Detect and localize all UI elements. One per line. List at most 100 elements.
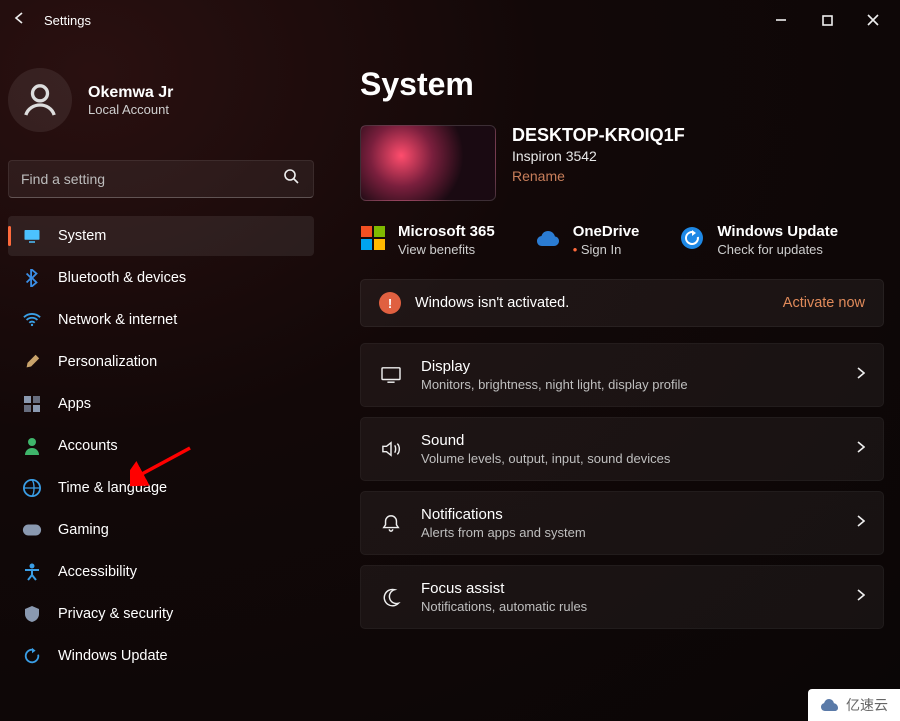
apps-icon: [22, 394, 42, 414]
tile-sub: View benefits: [398, 242, 495, 257]
sidebar-item-label: Bluetooth & devices: [58, 270, 186, 286]
sidebar-item-windows-update[interactable]: Windows Update: [8, 636, 314, 676]
card-sub: Volume levels, output, input, sound devi…: [421, 451, 670, 466]
search-box[interactable]: [8, 160, 314, 198]
alert-icon: !: [379, 292, 401, 314]
sidebar-item-privacy-security[interactable]: Privacy & security: [8, 594, 314, 634]
nav-list: System Bluetooth & devices Network & inter…: [8, 216, 314, 676]
sidebar-item-bluetooth-devices[interactable]: Bluetooth & devices: [8, 258, 314, 298]
device-wallpaper-thumb: [360, 125, 496, 201]
tile-sub: Check for updates: [717, 242, 838, 257]
microsoft-logo-icon: [360, 225, 386, 251]
rename-link[interactable]: Rename: [512, 168, 565, 184]
sidebar-item-accounts[interactable]: Accounts: [8, 426, 314, 466]
sound-icon: [379, 440, 403, 458]
sidebar-item-gaming[interactable]: Gaming: [8, 510, 314, 550]
user-subtitle: Local Account: [88, 102, 173, 117]
main-panel: System DESKTOP-KROIQ1F Inspiron 3542 Ren…: [320, 40, 900, 721]
maximize-icon: [822, 15, 833, 26]
sidebar-item-label: Network & internet: [58, 312, 177, 328]
gamepad-icon: [22, 520, 42, 540]
device-info: DESKTOP-KROIQ1F Inspiron 3542 Rename: [360, 125, 884, 201]
sidebar-item-label: Accounts: [58, 438, 118, 454]
chevron-right-icon: [856, 514, 865, 533]
wifi-icon: [22, 310, 42, 330]
sidebar-item-label: Accessibility: [58, 564, 137, 580]
minimize-icon: [775, 14, 787, 26]
update-icon: [22, 646, 42, 666]
moon-icon: [379, 587, 403, 607]
back-button[interactable]: [4, 11, 36, 30]
sidebar-item-label: System: [58, 228, 106, 244]
activate-link[interactable]: Activate now: [783, 295, 865, 311]
person-icon: [20, 80, 60, 120]
device-name: DESKTOP-KROIQ1F: [512, 125, 685, 146]
watermark: 亿速云: [808, 689, 900, 721]
person-icon: [22, 436, 42, 456]
banner-text: Windows isn't activated.: [415, 295, 569, 311]
tile-onedrive[interactable]: OneDrive Sign In: [535, 223, 640, 257]
sidebar-item-accessibility[interactable]: Accessibility: [8, 552, 314, 592]
watermark-icon: [820, 698, 840, 712]
window-title: Settings: [44, 13, 91, 28]
sidebar-item-label: Privacy & security: [58, 606, 173, 622]
tile-label: OneDrive: [573, 223, 640, 240]
bluetooth-icon: [22, 268, 42, 288]
tile-label: Microsoft 365: [398, 223, 495, 240]
chevron-right-icon: [856, 366, 865, 385]
tile-sub: Sign In: [573, 242, 640, 257]
chevron-right-icon: [856, 440, 865, 459]
titlebar: Settings: [0, 0, 900, 40]
card-title: Display: [421, 358, 688, 375]
sidebar-item-label: Windows Update: [58, 648, 168, 664]
settings-card-notifications[interactable]: Notifications Alerts from apps and system: [360, 491, 884, 555]
chevron-right-icon: [856, 588, 865, 607]
accessibility-icon: [22, 562, 42, 582]
sidebar-item-label: Apps: [58, 396, 91, 412]
sidebar: Okemwa Jr Local Account System Bluetooth …: [0, 40, 320, 721]
settings-card-display[interactable]: Display Monitors, brightness, night light…: [360, 343, 884, 407]
tile-microsoft365[interactable]: Microsoft 365 View benefits: [360, 223, 495, 257]
card-title: Notifications: [421, 506, 586, 523]
bell-icon: [379, 513, 403, 533]
monitor-icon: [22, 226, 42, 246]
card-sub: Alerts from apps and system: [421, 525, 586, 540]
sidebar-item-network-internet[interactable]: Network & internet: [8, 300, 314, 340]
card-title: Focus assist: [421, 580, 587, 597]
watermark-text: 亿速云: [846, 695, 888, 715]
search-input[interactable]: [9, 171, 270, 187]
sidebar-item-label: Gaming: [58, 522, 109, 538]
sidebar-item-system[interactable]: System: [8, 216, 314, 256]
brush-icon: [22, 352, 42, 372]
close-button[interactable]: [850, 4, 896, 36]
activation-banner: ! Windows isn't activated. Activate now: [360, 279, 884, 327]
card-title: Sound: [421, 432, 670, 449]
tile-label: Windows Update: [717, 223, 838, 240]
user-block[interactable]: Okemwa Jr Local Account: [8, 40, 314, 156]
sidebar-item-apps[interactable]: Apps: [8, 384, 314, 424]
cloud-icon: [535, 225, 561, 251]
update-icon: [679, 225, 705, 251]
user-name: Okemwa Jr: [88, 84, 173, 102]
sidebar-item-time-language[interactable]: Time & language: [8, 468, 314, 508]
page-title: System: [360, 66, 884, 103]
settings-card-focus-assist[interactable]: Focus assist Notifications, automatic rul…: [360, 565, 884, 629]
settings-card-sound[interactable]: Sound Volume levels, output, input, sound…: [360, 417, 884, 481]
sidebar-item-personalization[interactable]: Personalization: [8, 342, 314, 382]
close-icon: [867, 14, 879, 26]
minimize-button[interactable]: [758, 4, 804, 36]
display-icon: [379, 366, 403, 384]
avatar: [8, 68, 72, 132]
sidebar-item-label: Personalization: [58, 354, 157, 370]
tile-windows-update[interactable]: Windows Update Check for updates: [679, 223, 838, 257]
sidebar-item-label: Time & language: [58, 480, 167, 496]
arrow-left-icon: [13, 11, 27, 25]
globe-clock-icon: [22, 478, 42, 498]
card-sub: Monitors, brightness, night light, displ…: [421, 377, 688, 392]
device-model: Inspiron 3542: [512, 148, 685, 164]
maximize-button[interactable]: [804, 4, 850, 36]
search-icon: [270, 169, 313, 189]
card-sub: Notifications, automatic rules: [421, 599, 587, 614]
shield-icon: [22, 604, 42, 624]
quick-tiles: Microsoft 365 View benefits OneDrive Sig…: [360, 223, 884, 257]
